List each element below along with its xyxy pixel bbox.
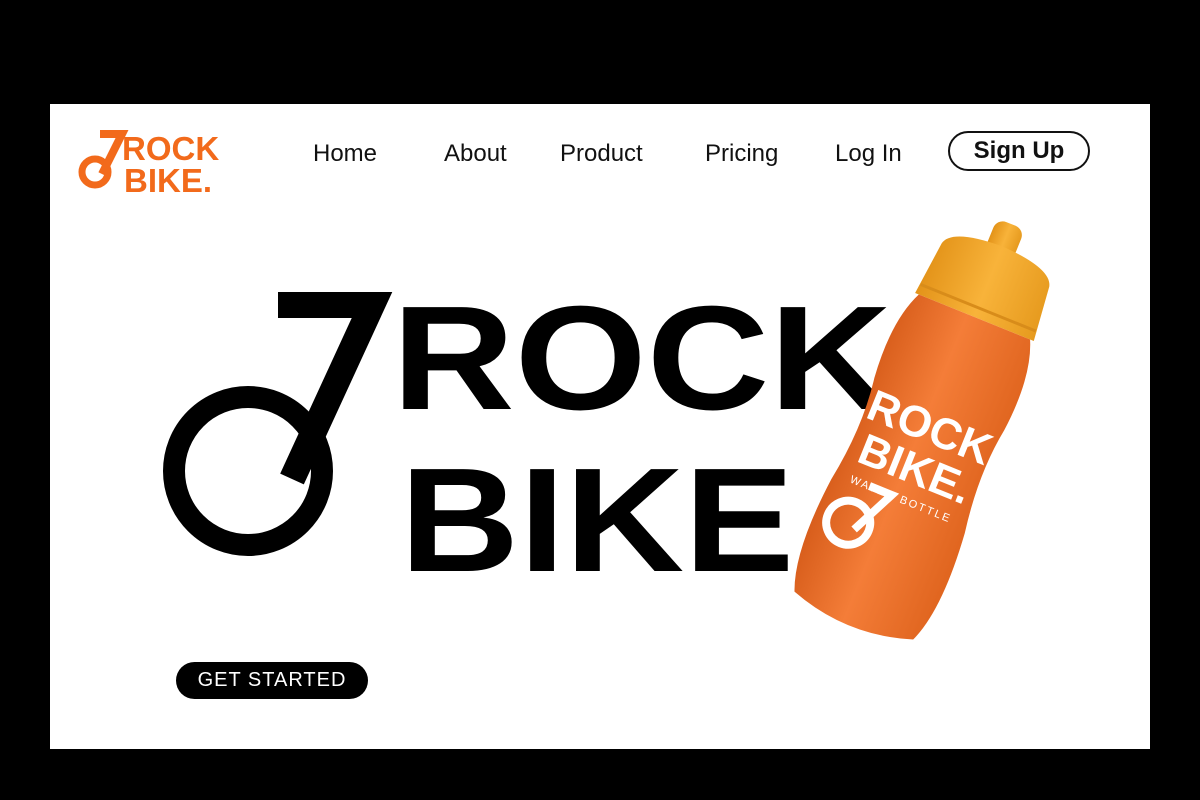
hero-title-bike: BIKE. xyxy=(400,438,840,579)
nav-product-link[interactable]: Product xyxy=(560,140,643,168)
nav-pricing-link[interactable]: Pricing xyxy=(705,140,778,168)
bike-wheel-icon xyxy=(78,130,129,189)
nav-home-link[interactable]: Home xyxy=(313,140,377,168)
logo-text-bike: BIKE. xyxy=(124,162,212,198)
water-bottle-image: ROCK BIKE. WATER BOTTLE xyxy=(794,221,1050,640)
signup-button[interactable]: Sign Up xyxy=(948,131,1090,171)
nav-login-link[interactable]: Log In xyxy=(835,140,902,168)
nav-about-link[interactable]: About xyxy=(444,140,507,168)
brand-logo[interactable]: ROCK BIKE. xyxy=(78,126,250,198)
landing-page: ROCK BIKE. Home About Product Pricing Lo… xyxy=(50,104,1150,749)
hero-bike-wheel-icon xyxy=(163,292,393,556)
get-started-button[interactable]: GET STARTED xyxy=(176,662,368,699)
